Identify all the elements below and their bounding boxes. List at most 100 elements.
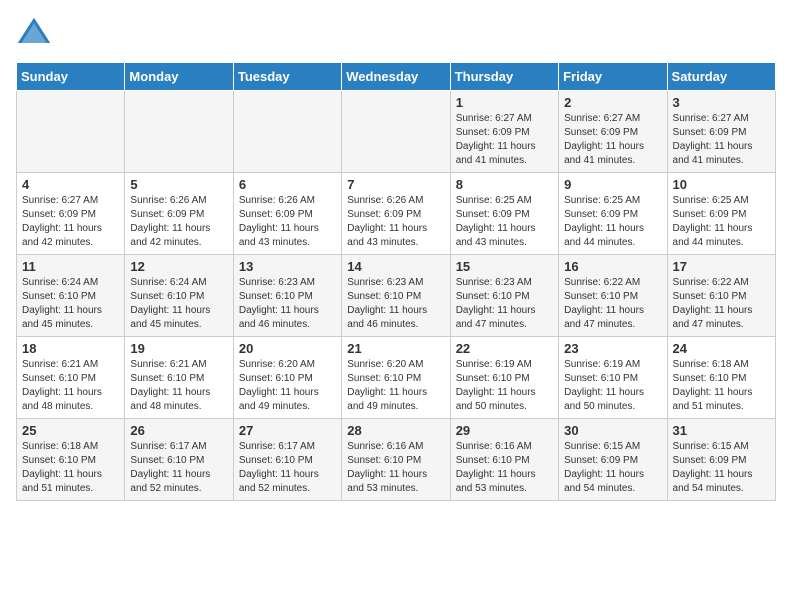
day-content: Sunrise: 6:21 AMSunset: 6:10 PMDaylight:… bbox=[22, 358, 119, 414]
day-number: 31 bbox=[673, 423, 770, 438]
day-number: 3 bbox=[673, 95, 770, 110]
day-number: 5 bbox=[130, 177, 227, 192]
day-number: 29 bbox=[456, 423, 553, 438]
day-content: Sunrise: 6:27 AMSunset: 6:09 PMDaylight:… bbox=[564, 112, 661, 168]
day-number: 7 bbox=[347, 177, 444, 192]
day-content: Sunrise: 6:23 AMSunset: 6:10 PMDaylight:… bbox=[456, 276, 553, 332]
day-content: Sunrise: 6:27 AMSunset: 6:09 PMDaylight:… bbox=[22, 194, 119, 250]
day-number: 12 bbox=[130, 259, 227, 274]
day-cell: 19 Sunrise: 6:21 AMSunset: 6:10 PMDayligh… bbox=[125, 337, 233, 419]
day-number: 30 bbox=[564, 423, 661, 438]
day-cell: 4Sunrise: 6:27 AMSunset: 6:09 PMDaylight… bbox=[17, 173, 125, 255]
logo bbox=[16, 16, 56, 52]
day-cell: 23 Sunrise: 6:19 AMSunset: 6:10 PMDayligh… bbox=[559, 337, 667, 419]
day-cell: 11 Sunrise: 6:24 AMSunset: 6:10 PMDayligh… bbox=[17, 255, 125, 337]
day-number: 18 bbox=[22, 341, 119, 356]
day-number: 6 bbox=[239, 177, 336, 192]
day-cell: 9Sunrise: 6:25 AMSunset: 6:09 PMDaylight… bbox=[559, 173, 667, 255]
day-cell: 20 Sunrise: 6:20 AMSunset: 6:10 PMDayligh… bbox=[233, 337, 341, 419]
day-cell: 16 Sunrise: 6:22 AMSunset: 6:10 PMDayligh… bbox=[559, 255, 667, 337]
day-content: Sunrise: 6:19 AMSunset: 6:10 PMDaylight:… bbox=[564, 358, 661, 414]
day-cell: 22 Sunrise: 6:19 AMSunset: 6:10 PMDayligh… bbox=[450, 337, 558, 419]
day-number: 13 bbox=[239, 259, 336, 274]
day-cell: 29 Sunrise: 6:16 AMSunset: 6:10 PMDayligh… bbox=[450, 419, 558, 501]
day-number: 19 bbox=[130, 341, 227, 356]
day-content: Sunrise: 6:27 AMSunset: 6:09 PMDaylight:… bbox=[673, 112, 770, 168]
day-content: Sunrise: 6:26 AMSunset: 6:09 PMDaylight:… bbox=[130, 194, 227, 250]
day-cell: 15 Sunrise: 6:23 AMSunset: 6:10 PMDayligh… bbox=[450, 255, 558, 337]
day-content: Sunrise: 6:22 AMSunset: 6:10 PMDaylight:… bbox=[564, 276, 661, 332]
day-content: Sunrise: 6:18 AMSunset: 6:10 PMDaylight:… bbox=[673, 358, 770, 414]
day-cell bbox=[125, 91, 233, 173]
day-cell: 7 Sunrise: 6:26 AMSunset: 6:09 PMDaylight… bbox=[342, 173, 450, 255]
day-content: Sunrise: 6:25 AMSunset: 6:09 PMDaylight:… bbox=[673, 194, 770, 250]
day-cell: 3 Sunrise: 6:27 AMSunset: 6:09 PMDaylight… bbox=[667, 91, 775, 173]
calendar-body: 1 Sunrise: 6:27 AMSunset: 6:09 PMDaylight… bbox=[17, 91, 776, 501]
day-content: Sunrise: 6:16 AMSunset: 6:10 PMDaylight:… bbox=[456, 440, 553, 496]
calendar-table: SundayMondayTuesdayWednesdayThursdayFrid… bbox=[16, 62, 776, 501]
day-content: Sunrise: 6:19 AMSunset: 6:10 PMDaylight:… bbox=[456, 358, 553, 414]
day-cell: 28 Sunrise: 6:16 AMSunset: 6:10 PMDayligh… bbox=[342, 419, 450, 501]
day-content: Sunrise: 6:26 AMSunset: 6:09 PMDaylight:… bbox=[239, 194, 336, 250]
day-cell: 14Sunrise: 6:23 AMSunset: 6:10 PMDayligh… bbox=[342, 255, 450, 337]
day-number: 2 bbox=[564, 95, 661, 110]
calendar-header: SundayMondayTuesdayWednesdayThursdayFrid… bbox=[17, 63, 776, 91]
day-number: 8 bbox=[456, 177, 553, 192]
day-number: 27 bbox=[239, 423, 336, 438]
day-number: 17 bbox=[673, 259, 770, 274]
day-number: 15 bbox=[456, 259, 553, 274]
day-cell bbox=[342, 91, 450, 173]
day-content: Sunrise: 6:23 AMSunset: 6:10 PMDaylight:… bbox=[239, 276, 336, 332]
day-content: Sunrise: 6:18 AMSunset: 6:10 PMDaylight:… bbox=[22, 440, 119, 496]
day-content: Sunrise: 6:25 AMSunset: 6:09 PMDaylight:… bbox=[564, 194, 661, 250]
day-cell: 30 Sunrise: 6:15 AMSunset: 6:09 PMDayligh… bbox=[559, 419, 667, 501]
day-cell: 27 Sunrise: 6:17 AMSunset: 6:10 PMDayligh… bbox=[233, 419, 341, 501]
day-content: Sunrise: 6:20 AMSunset: 6:10 PMDaylight:… bbox=[347, 358, 444, 414]
day-number: 14 bbox=[347, 259, 444, 274]
header-wednesday: Wednesday bbox=[342, 63, 450, 91]
day-content: Sunrise: 6:15 AMSunset: 6:09 PMDaylight:… bbox=[564, 440, 661, 496]
day-cell: 1 Sunrise: 6:27 AMSunset: 6:09 PMDaylight… bbox=[450, 91, 558, 173]
header-saturday: Saturday bbox=[667, 63, 775, 91]
day-content: Sunrise: 6:16 AMSunset: 6:10 PMDaylight:… bbox=[347, 440, 444, 496]
day-number: 1 bbox=[456, 95, 553, 110]
week-row-1: 1 Sunrise: 6:27 AMSunset: 6:09 PMDaylight… bbox=[17, 91, 776, 173]
day-number: 24 bbox=[673, 341, 770, 356]
week-row-3: 11 Sunrise: 6:24 AMSunset: 6:10 PMDayligh… bbox=[17, 255, 776, 337]
day-cell: 5 Sunrise: 6:26 AMSunset: 6:09 PMDaylight… bbox=[125, 173, 233, 255]
day-cell: 2 Sunrise: 6:27 AMSunset: 6:09 PMDaylight… bbox=[559, 91, 667, 173]
day-number: 10 bbox=[673, 177, 770, 192]
day-cell: 8 Sunrise: 6:25 AMSunset: 6:09 PMDaylight… bbox=[450, 173, 558, 255]
day-number: 20 bbox=[239, 341, 336, 356]
day-content: Sunrise: 6:21 AMSunset: 6:10 PMDaylight:… bbox=[130, 358, 227, 414]
header-friday: Friday bbox=[559, 63, 667, 91]
header-thursday: Thursday bbox=[450, 63, 558, 91]
day-cell: 18 Sunrise: 6:21 AMSunset: 6:10 PMDayligh… bbox=[17, 337, 125, 419]
day-content: Sunrise: 6:27 AMSunset: 6:09 PMDaylight:… bbox=[456, 112, 553, 168]
day-content: Sunrise: 6:24 AMSunset: 6:10 PMDaylight:… bbox=[22, 276, 119, 332]
day-content: Sunrise: 6:25 AMSunset: 6:09 PMDaylight:… bbox=[456, 194, 553, 250]
day-cell: 13 Sunrise: 6:23 AMSunset: 6:10 PMDayligh… bbox=[233, 255, 341, 337]
logo-icon bbox=[16, 16, 52, 52]
header-monday: Monday bbox=[125, 63, 233, 91]
week-row-5: 25 Sunrise: 6:18 AMSunset: 6:10 PMDayligh… bbox=[17, 419, 776, 501]
day-number: 23 bbox=[564, 341, 661, 356]
day-content: Sunrise: 6:26 AMSunset: 6:09 PMDaylight:… bbox=[347, 194, 444, 250]
header-row: SundayMondayTuesdayWednesdayThursdayFrid… bbox=[17, 63, 776, 91]
day-number: 25 bbox=[22, 423, 119, 438]
day-cell: 24 Sunrise: 6:18 AMSunset: 6:10 PMDayligh… bbox=[667, 337, 775, 419]
day-content: Sunrise: 6:15 AMSunset: 6:09 PMDaylight:… bbox=[673, 440, 770, 496]
day-number: 16 bbox=[564, 259, 661, 274]
header-sunday: Sunday bbox=[17, 63, 125, 91]
page-header bbox=[16, 16, 776, 52]
day-content: Sunrise: 6:20 AMSunset: 6:10 PMDaylight:… bbox=[239, 358, 336, 414]
day-content: Sunrise: 6:17 AMSunset: 6:10 PMDaylight:… bbox=[239, 440, 336, 496]
day-content: Sunrise: 6:24 AMSunset: 6:10 PMDaylight:… bbox=[130, 276, 227, 332]
week-row-4: 18 Sunrise: 6:21 AMSunset: 6:10 PMDayligh… bbox=[17, 337, 776, 419]
week-row-2: 4Sunrise: 6:27 AMSunset: 6:09 PMDaylight… bbox=[17, 173, 776, 255]
day-number: 11 bbox=[22, 259, 119, 274]
day-number: 28 bbox=[347, 423, 444, 438]
day-cell bbox=[233, 91, 341, 173]
day-cell: 17Sunrise: 6:22 AMSunset: 6:10 PMDayligh… bbox=[667, 255, 775, 337]
day-number: 22 bbox=[456, 341, 553, 356]
